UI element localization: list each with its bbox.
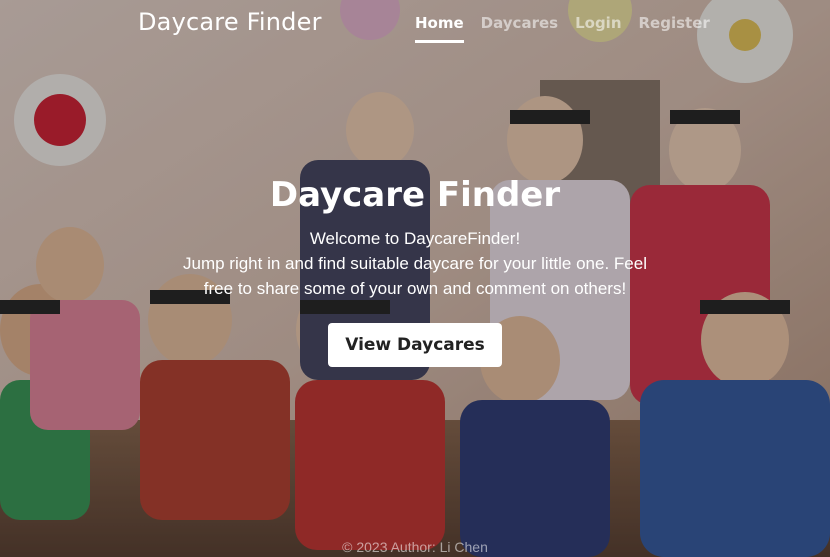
view-daycares-button[interactable]: View Daycares (328, 323, 502, 367)
nav-links: Home Daycares Login Register (415, 14, 710, 43)
page-title: Daycare Finder (269, 175, 561, 215)
hero-content: Daycare Finder Welcome to DaycareFinder!… (0, 172, 830, 367)
footer: © 2023 Author: Li Chen (0, 539, 830, 555)
navbar: Daycare Finder Home Daycares Login Regis… (0, 0, 830, 48)
nav-home[interactable]: Home (415, 14, 464, 43)
nav-login[interactable]: Login (575, 14, 621, 43)
brand-link[interactable]: Daycare Finder (138, 8, 322, 36)
lead-wrap: Jump right in and find suitable daycare … (170, 251, 660, 301)
hero-section: Daycare Finder Home Daycares Login Regis… (0, 0, 830, 557)
nav-register[interactable]: Register (639, 14, 710, 43)
copyright-text: © 2023 Author: Li Chen (342, 539, 488, 555)
nav-daycares[interactable]: Daycares (481, 14, 558, 43)
welcome-text: Welcome to DaycareFinder! (309, 229, 521, 248)
lead-text: Jump right in and find suitable daycare … (183, 254, 647, 298)
